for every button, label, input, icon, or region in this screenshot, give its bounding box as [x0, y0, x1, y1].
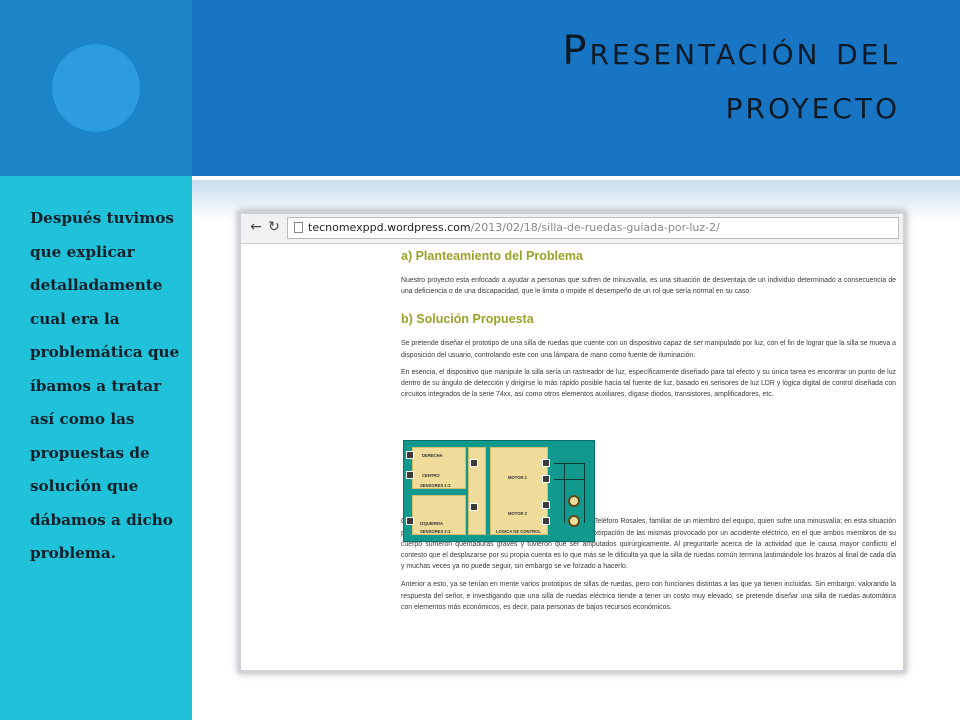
label-motor-1: MOTOR 1 — [508, 475, 528, 480]
label-sensores-12: SENSORES 1-2 — [420, 483, 451, 488]
connector-j7 — [542, 475, 550, 483]
page-icon — [294, 222, 303, 233]
motor-icon — [568, 515, 580, 527]
url-host: tecnomexppd.wordpress.com — [308, 221, 471, 234]
slide-title-line2: proyecto — [725, 82, 900, 128]
connector-j1 — [406, 451, 414, 459]
wire — [584, 463, 585, 523]
wire — [554, 479, 584, 480]
connector-j5 — [470, 503, 478, 511]
wire — [554, 463, 584, 464]
label-izquierda: IZQUIERDA — [420, 521, 444, 526]
slide-title: Presentación del proyecto — [562, 24, 900, 132]
connector-j4 — [470, 459, 478, 467]
side-description: Después tuvimos que explicar detalladame… — [30, 209, 180, 562]
slide-title-line1: Presentación del — [562, 28, 900, 74]
connector-j3 — [406, 517, 414, 525]
wire — [564, 463, 565, 523]
section-b-title: b) Solución Propuesta — [401, 312, 534, 327]
connector-j9 — [542, 517, 550, 525]
motor-icon — [568, 495, 580, 507]
circuit-diagram: DERECHA CENTRO SENSORES 1-2 IZQUIERDA SE… — [403, 440, 595, 542]
section-b-text-2: En esencia, el dispositivo que manipule … — [401, 368, 896, 399]
section-a-title: a) Planteamiento del Problema — [401, 249, 583, 263]
url-path: /2013/02/18/silla-de-ruedas-guiada-por-l… — [470, 221, 720, 234]
label-logica: LOGICA DE CONTROL — [496, 529, 541, 534]
arrow-left-icon[interactable]: ← — [248, 219, 264, 235]
connector-j8 — [542, 501, 550, 509]
section-b-text-1: Se pretende diseñar el prototipo de una … — [401, 340, 896, 359]
section-b-text-4: Anterior a esto, ya se tenían en mente v… — [401, 581, 896, 611]
logic-board — [490, 447, 548, 535]
connector-j6 — [542, 459, 550, 467]
label-centro: CENTRO — [422, 473, 440, 478]
browser-toolbar: ← ↻ tecnomexppd.wordpress.com/2013/02/18… — [241, 214, 903, 244]
decorative-circle — [52, 44, 140, 132]
header-band: Presentación del proyecto — [192, 0, 960, 176]
label-derecha: DERECHA — [422, 453, 443, 458]
label-motor-2: MOTOR 2 — [508, 511, 528, 516]
label-sensores-23: SENSORES 2-3 — [420, 529, 451, 534]
article-content: a) Planteamiento del Problema Nuestro pr… — [401, 246, 896, 613]
section-a-text: Nuestro proyecto esta enfocado a ayudar … — [401, 277, 896, 296]
connector-j2 — [406, 471, 414, 479]
reload-icon[interactable]: ↻ — [266, 219, 282, 235]
address-bar[interactable]: tecnomexppd.wordpress.com/2013/02/18/sil… — [287, 217, 899, 239]
webpage-screenshot: ← ↻ tecnomexppd.wordpress.com/2013/02/18… — [238, 211, 906, 673]
